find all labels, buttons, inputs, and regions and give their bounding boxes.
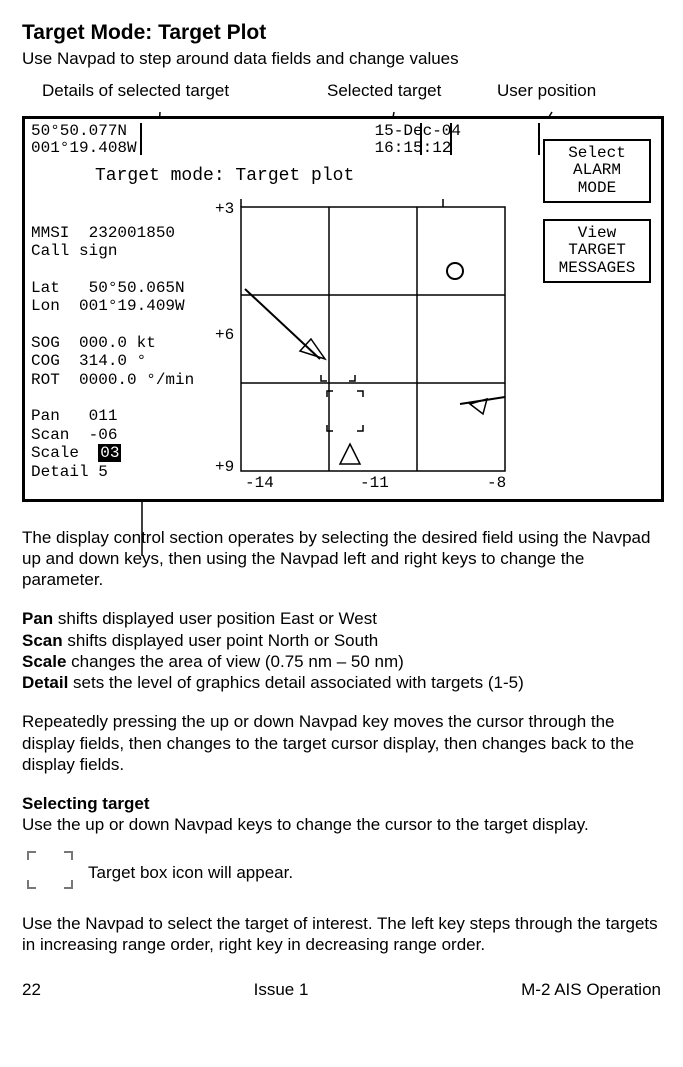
scale-label: Scale [31, 444, 98, 462]
callout-selected: Selected target [327, 80, 441, 101]
definitions-block: Pan shifts displayed user position East … [22, 608, 661, 693]
paragraph: Use the Navpad to select the target of i… [22, 913, 661, 956]
callout-user: User position [497, 80, 596, 101]
target-details-panel: MMSI 232001850 Call sign Lat 50°50.065N … [31, 224, 194, 481]
page-number: 22 [22, 979, 41, 1000]
callout-details: Details of selected target [42, 80, 229, 101]
selected-target-bracket-icon [327, 391, 363, 431]
divider [538, 123, 540, 155]
subsection-title: Selecting target [22, 793, 661, 814]
callsign-line: Call sign [31, 242, 117, 260]
detail-line[interactable]: Detail 5 [31, 463, 108, 481]
bracket-icon [321, 375, 355, 381]
screen-datetime: 15-Dec-04 16:15:12 [375, 123, 461, 158]
callout-row: Details of selected target Selected targ… [22, 80, 661, 110]
pan-desc: shifts displayed user position East or W… [53, 609, 377, 628]
page-subtitle: Use Navpad to step around data fields an… [22, 48, 661, 69]
lat-value: 50°50.077N [31, 122, 127, 140]
target-box-row: Target box icon will appear. [22, 846, 661, 899]
scale-term: Scale [22, 652, 66, 671]
divider [140, 123, 142, 155]
target-lat-line: Lat 50°50.065N [31, 279, 185, 297]
sog-line: SOG 000.0 kt [31, 334, 156, 352]
issue-number: Issue 1 [254, 979, 309, 1000]
paragraph: The display control section operates by … [22, 527, 661, 591]
target-box-caption: Target box icon will appear. [88, 862, 293, 883]
user-position-icon [447, 263, 463, 279]
page-footer: 22 Issue 1 M-2 AIS Operation [22, 979, 661, 1000]
detail-desc: sets the level of graphics detail associ… [68, 673, 523, 692]
target-box-icon [22, 846, 78, 899]
cog-line: COG 314.0 ° [31, 352, 146, 370]
scale-line[interactable]: Scale 03 [31, 444, 121, 462]
target-plot-area: +3 +6 +9 -14 -11 -8 [215, 199, 515, 479]
scan-line[interactable]: Scan -06 [31, 426, 117, 444]
pan-term: Pan [22, 609, 53, 628]
target-vessel-icon [340, 444, 360, 464]
scan-desc: shifts displayed user point North or Sou… [63, 631, 379, 650]
paragraph: Repeatedly pressing the up or down Navpa… [22, 711, 661, 775]
xlabel: -14 [245, 474, 274, 489]
ylabel: +6 [215, 326, 234, 344]
select-alarm-mode-button[interactable]: Select ALARM MODE [543, 139, 651, 204]
pan-line[interactable]: Pan 011 [31, 407, 117, 425]
screen-container: 50°50.077N 001°19.408W 15-Dec-04 16:15:1… [22, 116, 661, 502]
xlabel: -8 [487, 474, 506, 489]
xlabel: -11 [360, 474, 389, 489]
target-vessel-icon [300, 339, 325, 359]
detail-term: Detail [22, 673, 68, 692]
ylabel: +9 [215, 458, 234, 476]
date-value: 15-Dec-04 [375, 122, 461, 140]
mmsi-line: MMSI 232001850 [31, 224, 175, 242]
plot-svg: +3 +6 +9 -14 -11 -8 [215, 199, 515, 489]
view-target-messages-button[interactable]: View TARGET MESSAGES [543, 219, 651, 284]
scan-term: Scan [22, 631, 63, 650]
subsection: Selecting target Use the up or down Navp… [22, 793, 661, 836]
track-line [245, 289, 320, 359]
target-lon-line: Lon 001°19.409W [31, 297, 185, 315]
paragraph: Use the up or down Navpad keys to change… [22, 814, 661, 835]
screen-mode-title: Target mode: Target plot [95, 165, 354, 188]
device-screen: 50°50.077N 001°19.408W 15-Dec-04 16:15:1… [22, 116, 664, 502]
page-title: Target Mode: Target Plot [22, 20, 661, 46]
scale-value-selected[interactable]: 03 [98, 444, 121, 462]
ylabel: +3 [215, 200, 234, 218]
time-value: 16:15:12 [375, 139, 452, 157]
rot-line: ROT 0000.0 °/min [31, 371, 194, 389]
doc-title: M-2 AIS Operation [521, 979, 661, 1000]
lon-value: 001°19.408W [31, 139, 137, 157]
scale-desc: changes the area of view (0.75 nm – 50 n… [66, 652, 403, 671]
screen-position: 50°50.077N 001°19.408W [31, 123, 137, 158]
